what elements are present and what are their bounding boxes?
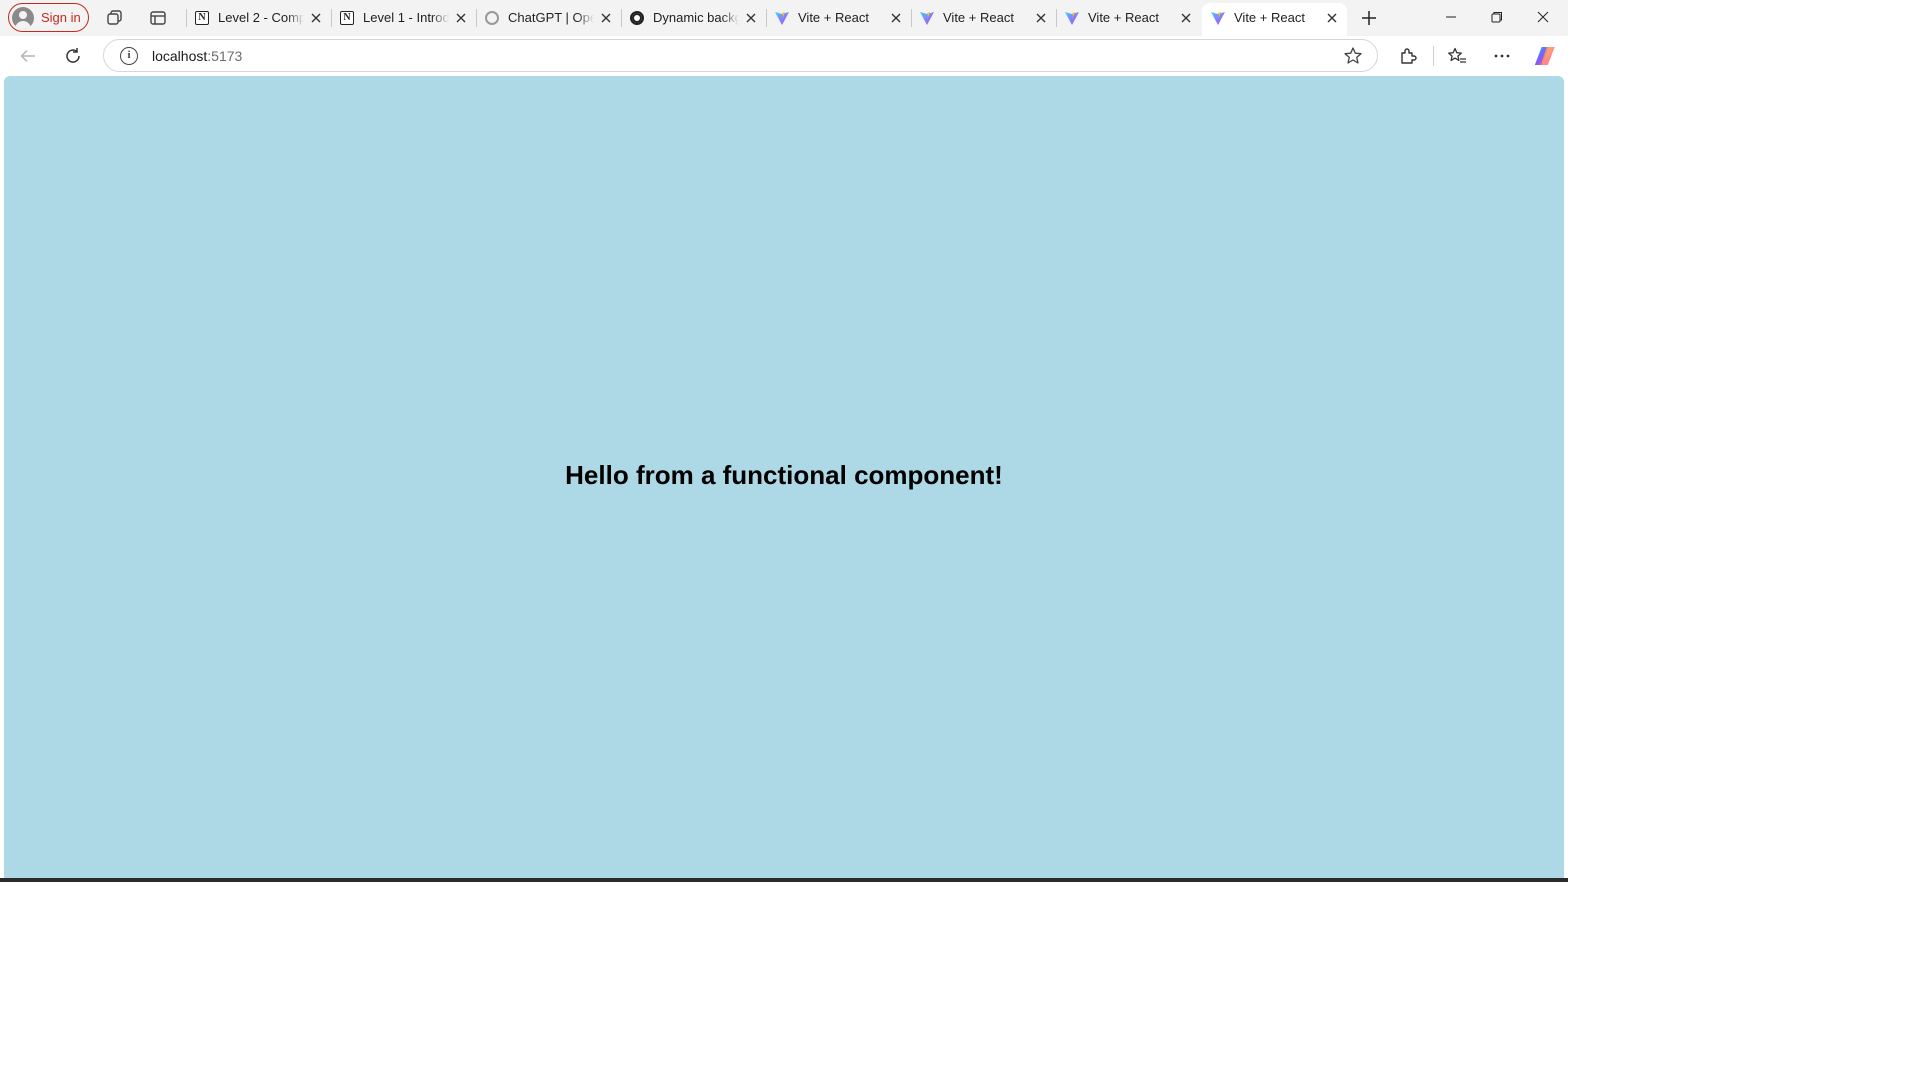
tab-separator (621, 9, 622, 27)
tab-title: Dynamic backgr (653, 10, 739, 25)
tab-separator (1056, 9, 1057, 27)
minimize-button[interactable] (1428, 0, 1474, 34)
close-icon[interactable] (1325, 11, 1339, 25)
tab-level-2[interactable]: N Level 2 - Compo (186, 3, 331, 33)
vite-icon (1064, 10, 1080, 26)
plus-icon (1362, 11, 1376, 25)
browser-window: Sign in N Level 2 - Compo N Level 1 - In… (0, 0, 1568, 882)
favorite-star-icon[interactable] (1343, 46, 1363, 66)
address-url[interactable]: localhost:5173 (152, 48, 242, 64)
tab-title: Level 1 - Introd (363, 10, 449, 25)
vite-icon (919, 10, 935, 26)
close-icon (1537, 11, 1549, 23)
toolbar-divider (1433, 46, 1434, 66)
restore-icon (1491, 12, 1502, 23)
copilot-button[interactable] (1531, 42, 1561, 70)
refresh-icon (66, 48, 80, 63)
tab-vite-react[interactable]: Vite + React (1056, 3, 1201, 33)
workspaces-icon (107, 10, 122, 25)
openai-icon (484, 10, 500, 26)
sign-in-label: Sign in (41, 10, 81, 25)
back-button[interactable] (13, 42, 43, 70)
page-heading: Hello from a functional component! (565, 460, 1003, 490)
sign-in-button[interactable]: Sign in (8, 3, 89, 32)
new-tab-button[interactable] (1356, 5, 1382, 31)
favorites-list-icon (1448, 47, 1466, 63)
tab-title: Vite + React (1088, 10, 1159, 25)
workspaces-button[interactable] (102, 5, 128, 31)
profile-avatar-icon (12, 6, 34, 29)
settings-menu-button[interactable] (1487, 42, 1517, 70)
close-icon[interactable] (599, 11, 613, 25)
refresh-button[interactable] (58, 42, 88, 70)
tab-strip: Sign in N Level 2 - Compo N Level 1 - In… (0, 0, 1568, 36)
close-icon[interactable] (1179, 11, 1193, 25)
vertical-tabs-icon (150, 11, 166, 25)
site-info-icon[interactable]: i (120, 47, 138, 65)
close-icon[interactable] (309, 11, 323, 25)
more-dots-icon (1494, 54, 1510, 58)
close-icon[interactable] (744, 11, 758, 25)
tab-separator (476, 9, 477, 27)
url-port: :5173 (207, 48, 243, 64)
tab-separator (331, 9, 332, 27)
tab-vite-react[interactable]: Vite + React (911, 3, 1056, 33)
openai-icon (629, 10, 645, 26)
tab-separator (766, 9, 767, 27)
extensions-button[interactable] (1393, 42, 1423, 70)
close-icon[interactable] (889, 11, 903, 25)
window-bottom-edge (0, 878, 1568, 882)
puzzle-piece-icon (1401, 48, 1417, 64)
restore-button[interactable] (1474, 0, 1520, 34)
tab-separator (911, 9, 912, 27)
tab-title: Vite + React (1234, 10, 1305, 25)
notion-icon: N (194, 10, 210, 26)
vite-icon (1210, 10, 1226, 26)
tab-dynamic-background[interactable]: Dynamic backgr (621, 3, 766, 33)
notion-icon: N (339, 10, 355, 26)
navigation-toolbar: i localhost:5173 (0, 36, 1568, 76)
minimize-icon (1446, 16, 1456, 18)
copilot-icon (1534, 47, 1555, 65)
close-icon[interactable] (1034, 11, 1048, 25)
tab-vite-react[interactable]: Vite + React (766, 3, 911, 33)
tab-actions-button[interactable] (145, 5, 171, 31)
tab-title: Vite + React (943, 10, 1014, 25)
address-bar[interactable]: i localhost:5173 (103, 39, 1378, 72)
tab-title: Level 2 - Compo (218, 10, 304, 25)
tab-chatgpt[interactable]: ChatGPT | Open (476, 3, 621, 33)
tab-title: ChatGPT | Open (508, 10, 594, 25)
favorites-button[interactable] (1442, 42, 1472, 70)
tab-level-1[interactable]: N Level 1 - Introd (331, 3, 476, 33)
tab-vite-react-active[interactable]: Vite + React (1202, 3, 1347, 36)
tab-separator (186, 9, 187, 27)
vite-icon (774, 10, 790, 26)
url-host: localhost (152, 48, 208, 64)
close-window-button[interactable] (1520, 0, 1566, 34)
close-icon[interactable] (454, 11, 468, 25)
tab-title: Vite + React (798, 10, 869, 25)
page-viewport: Hello from a functional component! (4, 76, 1564, 878)
back-arrow-icon (20, 49, 35, 63)
